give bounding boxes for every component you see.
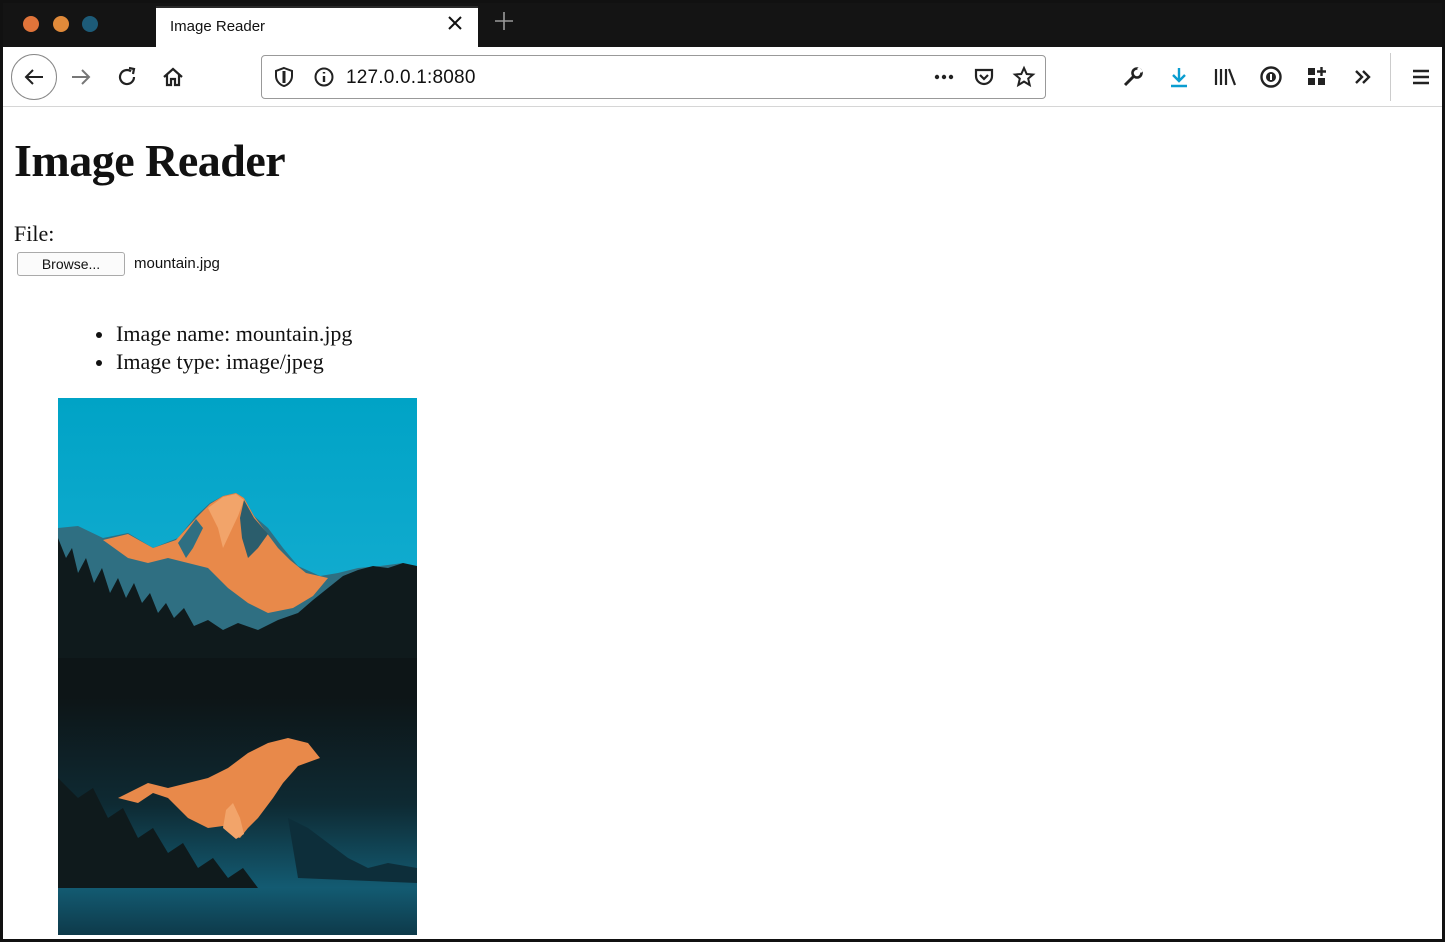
nav-toolbar: 127.0.0.1:8080 [3,47,1442,107]
address-bar[interactable]: 127.0.0.1:8080 [261,55,1046,99]
page-title: Image Reader [14,135,286,186]
overflow-chevron-icon[interactable] [1343,57,1383,97]
window-close-icon[interactable] [23,16,39,32]
password-manager-icon[interactable] [1251,57,1291,97]
toolbar-separator [1390,53,1391,101]
image-type-item: Image type: image/jpeg [95,348,352,376]
home-button[interactable] [153,57,193,97]
library-icon[interactable] [1205,57,1245,97]
window-maximize-icon[interactable] [82,16,98,32]
browser-window: Image Reader 127.0.0.1:8080 Image Reader… [0,0,1445,942]
image-info-list: Image name: mountain.jpg Image type: ima… [95,320,353,376]
page-content: Image Reader File: Browse... mountain.jp… [3,108,1442,939]
tab-image-reader[interactable]: Image Reader [156,6,478,47]
file-label: File: [14,221,55,246]
window-minimize-icon[interactable] [53,16,69,32]
url-text[interactable]: 127.0.0.1:8080 [346,67,476,89]
forward-button[interactable] [61,57,101,97]
page-actions-icon[interactable] [924,57,964,97]
bookmark-star-icon[interactable] [1004,57,1044,97]
tab-title: Image Reader [170,18,266,35]
image-preview [58,398,417,935]
new-tab-icon[interactable] [491,8,517,38]
hamburger-menu-icon[interactable] [1401,57,1441,97]
extensions-icon[interactable] [1297,57,1337,97]
selected-file-name: mountain.jpg [134,255,220,272]
wrench-icon[interactable] [1113,57,1153,97]
tracking-shield-icon[interactable] [264,57,304,97]
pocket-icon[interactable] [964,57,1004,97]
tab-close-icon[interactable] [446,14,464,36]
reload-button[interactable] [107,57,147,97]
image-name-item: Image name: mountain.jpg [95,321,353,346]
site-info-icon[interactable] [304,57,344,97]
tab-bar: Image Reader [3,3,1442,47]
back-button[interactable] [11,54,57,100]
browse-button[interactable]: Browse... [17,252,125,276]
downloads-icon[interactable] [1159,57,1199,97]
mountain-lake-image [58,398,417,935]
